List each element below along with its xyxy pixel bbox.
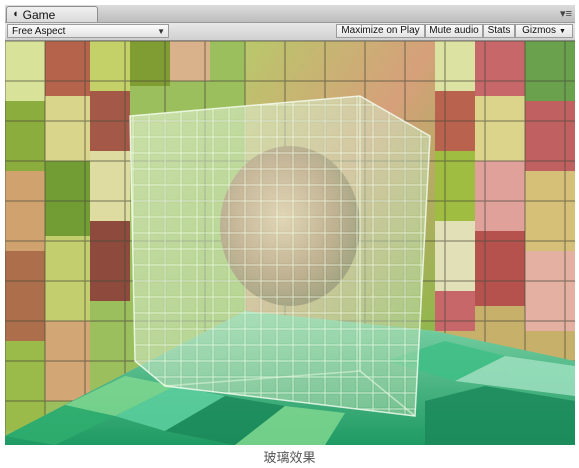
pacman-game-icon: ◖ <box>12 8 19 20</box>
maximize-on-play-button[interactable]: Maximize on Play <box>336 24 425 38</box>
tab-game[interactable]: ◖ Game <box>6 6 98 22</box>
figure-caption: 玻璃效果 <box>263 451 316 466</box>
gizmos-label: Gizmos <box>522 25 556 36</box>
game-toolbar: Free Aspect ▼ Maximize on Play Mute audi… <box>5 23 575 41</box>
aspect-label: Free Aspect <box>12 26 66 37</box>
glass-scene-render <box>5 41 575 445</box>
tab-bar: ◖ Game ▾≡ <box>5 5 575 23</box>
stats-button[interactable]: Stats <box>483 24 515 38</box>
tab-title: Game <box>22 7 56 22</box>
game-viewport[interactable] <box>5 41 575 445</box>
mute-audio-button[interactable]: Mute audio <box>425 24 483 38</box>
dropdown-arrow-icon: ▼ <box>558 28 566 35</box>
dropdown-arrow-icon: ▼ <box>157 27 165 36</box>
aspect-dropdown[interactable]: Free Aspect ▼ <box>7 24 169 38</box>
game-window: ◖ Game ▾≡ Free Aspect ▼ Maximize on Play… <box>5 5 575 445</box>
panel-menu-icon[interactable]: ▾≡ <box>560 7 572 20</box>
gizmos-button[interactable]: Gizmos ▼ <box>515 24 573 38</box>
